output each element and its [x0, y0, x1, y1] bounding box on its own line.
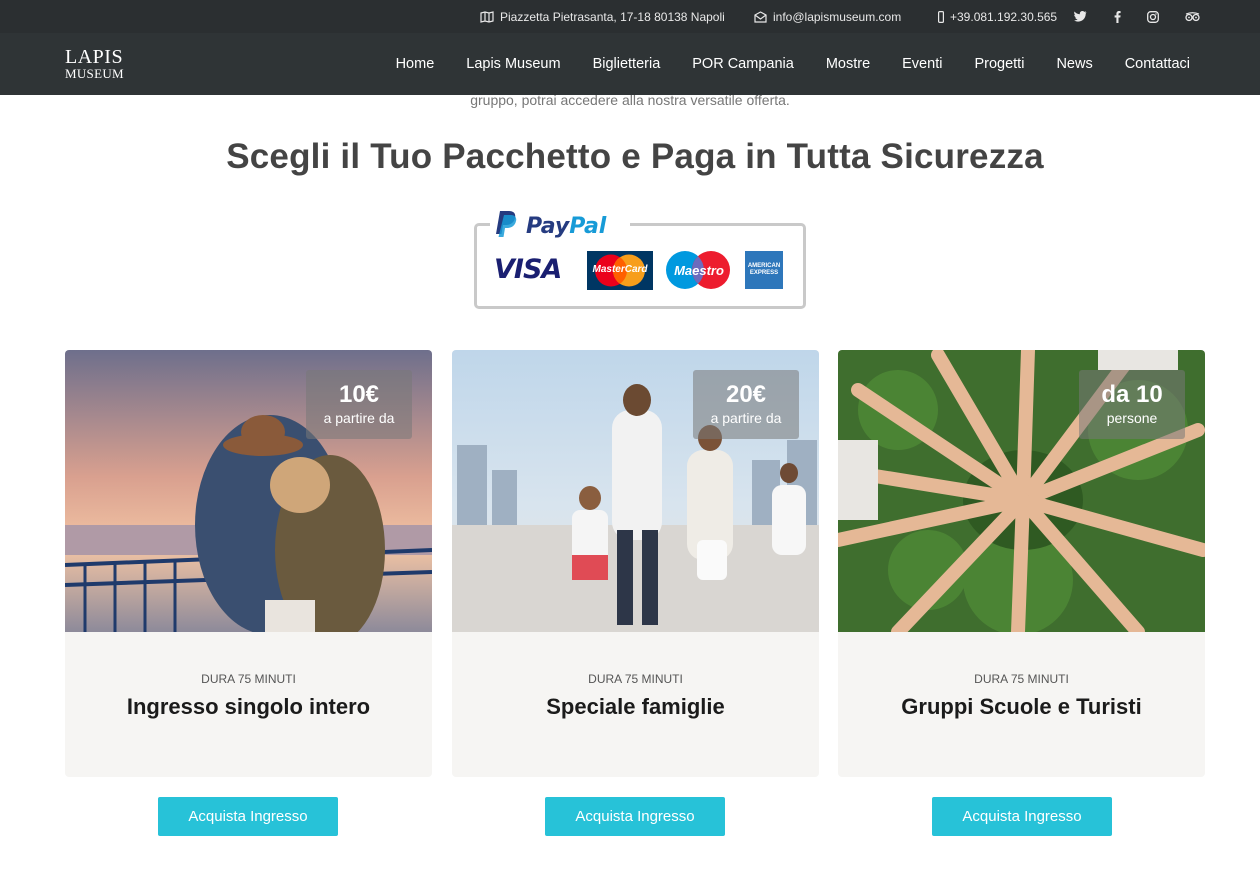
map-icon: [480, 10, 494, 23]
duration-label: DURA 75 MINUTI: [588, 672, 683, 686]
lapis-museum-logo[interactable]: LAPIS MUSEUM: [65, 47, 135, 80]
package-title: Gruppi Scuole e Turisti: [901, 694, 1142, 719]
paypal-p-icon: [494, 210, 518, 243]
price-value: da 10: [1101, 381, 1163, 408]
nav-item-progetti[interactable]: Progetti: [974, 56, 1024, 72]
nav-item-biglietteria[interactable]: Biglietteria: [593, 56, 661, 72]
phone-text: +39.081.192.30.565: [950, 9, 1058, 24]
nav-item-home[interactable]: Home: [396, 56, 435, 72]
tripadvisor-icon[interactable]: [1182, 0, 1202, 33]
package-card-family: 20€ a partire da DURA 75 MINUTI Speciale…: [452, 350, 819, 777]
price-value: 20€: [725, 381, 767, 408]
address-item: Piazzetta Pietrasanta, 17-18 80138 Napol…: [480, 0, 725, 33]
phone-item[interactable]: +39.081.192.30.565: [938, 0, 1057, 33]
price-badge: 10€ a partire da: [306, 370, 412, 439]
visa-logo: VISA: [494, 254, 562, 285]
price-badge: 20€ a partire da: [693, 370, 799, 439]
nav-item-por-campania[interactable]: POR Campania: [692, 56, 794, 72]
package-title: Speciale famiglie: [546, 694, 725, 719]
paypal-logo: PayPal: [490, 208, 630, 244]
paypal-word-pay: Pay: [526, 213, 570, 239]
logo-line-1: LAPIS: [65, 46, 124, 68]
email-item[interactable]: info@lapismuseum.com: [754, 0, 901, 33]
maestro-logo: Maestro: [674, 263, 724, 278]
price-badge: da 10 persone: [1079, 370, 1185, 439]
buy-ticket-button-groups[interactable]: Acquista Ingresso: [932, 797, 1112, 836]
package-card-groups: da 10 persone DURA 75 MINUTI Gruppi Scuo…: [838, 350, 1205, 777]
nav-item-contattaci[interactable]: Contattaci: [1125, 56, 1190, 72]
nav-item-lapis-museum[interactable]: Lapis Museum: [466, 56, 560, 72]
main-menu: Home Lapis Museum Biglietteria POR Campa…: [364, 33, 1190, 95]
email-text: info@lapismuseum.com: [773, 9, 902, 24]
package-title: Ingresso singolo intero: [126, 694, 371, 719]
price-note: a partire da: [710, 410, 782, 426]
price-note: a partire da: [323, 410, 395, 426]
buy-ticket-button-family[interactable]: Acquista Ingresso: [545, 797, 725, 836]
instagram-icon[interactable]: [1143, 0, 1163, 33]
section-headline: Scegli il Tuo Pacchetto e Paga in Tutta …: [226, 137, 1044, 176]
envelope-icon: [754, 10, 767, 23]
address-text: Piazzetta Pietrasanta, 17-18 80138 Napol…: [500, 9, 725, 24]
intro-text: gruppo, potrai accedere alla nostra vers…: [470, 92, 790, 108]
twitter-icon[interactable]: [1070, 0, 1090, 33]
package-card-single: 10€ a partire da DURA 75 MINUTI Ingresso…: [65, 350, 432, 777]
mastercard-logo: MasterCard: [592, 264, 648, 275]
duration-label: DURA 75 MINUTI: [201, 672, 296, 686]
price-note: persone: [1106, 410, 1158, 426]
paypal-wordmark: PayPal: [526, 214, 606, 239]
main-navbar: LAPIS MUSEUM Home Lapis Museum Bigliette…: [0, 33, 1260, 95]
nav-item-mostre[interactable]: Mostre: [826, 56, 870, 72]
american-express-logo: AMERICAN EXPRESS: [745, 251, 783, 289]
nav-item-news[interactable]: News: [1056, 56, 1092, 72]
logo-line-2: MUSEUM: [65, 66, 124, 81]
duration-label: DURA 75 MINUTI: [974, 672, 1069, 686]
top-contact-bar: Piazzetta Pietrasanta, 17-18 80138 Napol…: [0, 0, 1260, 33]
paypal-word-pal: Pal: [569, 213, 607, 239]
price-value: 10€: [338, 381, 380, 408]
mobile-phone-icon: [938, 10, 944, 23]
facebook-icon[interactable]: [1107, 0, 1127, 33]
buy-ticket-button-single[interactable]: Acquista Ingresso: [158, 797, 338, 836]
nav-item-eventi[interactable]: Eventi: [902, 56, 942, 72]
